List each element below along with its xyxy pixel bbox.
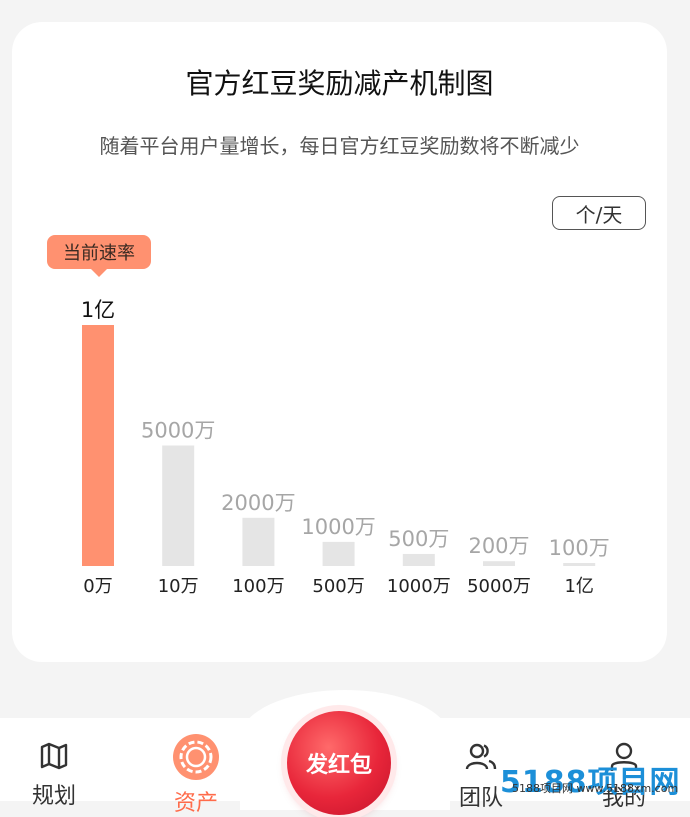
x-tick-label-1: 10万 — [158, 576, 199, 597]
tab-plan[interactable]: 规划 — [14, 742, 94, 810]
watermark-subtext: 5188项目网 www.5188xm.com — [512, 782, 679, 795]
bar-4 — [402, 553, 435, 566]
bar-value-label-4: 500万 — [388, 527, 449, 551]
x-tick-label-5: 5000万 — [467, 576, 531, 597]
bar-value-label-5: 200万 — [468, 534, 529, 558]
x-tick-label-2: 100万 — [232, 576, 284, 597]
bar-chart: 1亿 0万 5000万 10万 2000万 100万 1000万 500万 500万 1000万 2… — [81, 298, 610, 597]
current-rate-badge: 当前速率 — [47, 235, 151, 277]
tab-assets-label: 资产 — [173, 791, 218, 816]
bar-6 — [563, 563, 596, 566]
red-packet-label: 发红包 — [305, 753, 372, 778]
map-icon — [40, 742, 68, 770]
bar-1 — [162, 445, 195, 566]
bar-value-label-0: 1亿 — [81, 298, 115, 322]
send-red-packet-button[interactable]: 发红包 — [287, 711, 391, 815]
asset-coin-icon — [173, 734, 219, 780]
bar-value-label-2: 2000万 — [221, 491, 295, 515]
bar-value-label-6: 100万 — [549, 536, 610, 560]
x-tick-label-6: 1亿 — [564, 576, 593, 597]
bar-value-label-1: 5000万 — [141, 419, 215, 443]
x-tick-label-3: 500万 — [312, 576, 364, 597]
team-icon — [465, 743, 497, 770]
bar-3 — [322, 541, 355, 566]
tab-plan-label: 规划 — [31, 784, 76, 809]
x-tick-label-4: 1000万 — [387, 576, 451, 597]
chart-card: 官方红豆奖励减产机制图 随着平台用户量增长，每日官方红豆奖励数将不断减少 个/天… — [12, 22, 667, 662]
bar-0 — [82, 325, 114, 566]
bar-5 — [483, 561, 515, 566]
bar-value-label-3: 1000万 — [301, 515, 375, 539]
bar-2 — [242, 517, 275, 566]
watermark: 5188项目网 5188项目网 www.5188xm.com — [500, 765, 690, 801]
x-tick-label-0: 0万 — [83, 576, 112, 597]
tab-assets[interactable]: 资产 — [156, 733, 236, 817]
